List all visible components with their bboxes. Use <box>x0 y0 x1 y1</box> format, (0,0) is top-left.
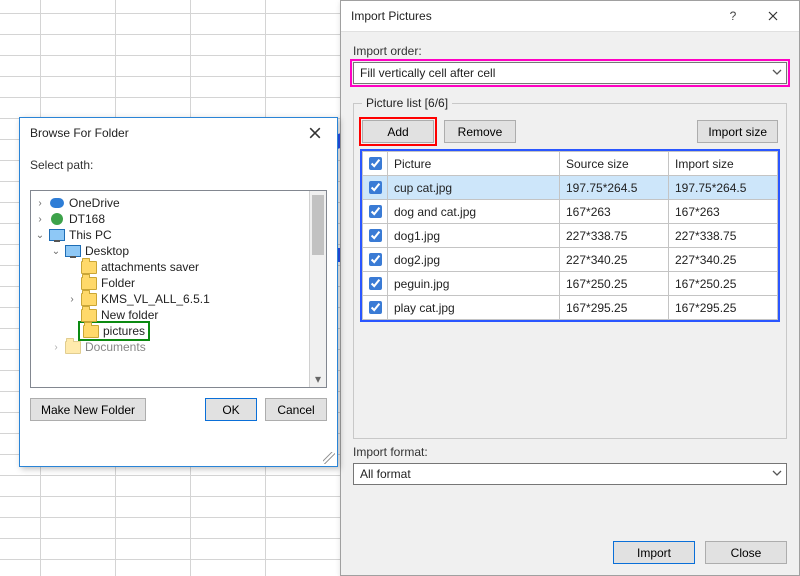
cell-import-size: 197.75*264.5 <box>669 176 778 200</box>
import-pictures-dialog: Import Pictures ? Import order: Fill ver… <box>340 0 800 576</box>
import-format-value: All format <box>360 467 411 481</box>
cell-picture: peguin.jpg <box>388 272 560 296</box>
cancel-button[interactable]: Cancel <box>265 398 327 421</box>
import-order-select[interactable]: Fill vertically cell after cell <box>353 62 787 84</box>
tree-item-kms[interactable]: KMS_VL_ALL_6.5.1 <box>101 292 210 306</box>
resize-grip[interactable] <box>323 452 335 464</box>
picture-table: Picture Source size Import size cup cat.… <box>362 151 778 320</box>
table-row[interactable]: dog2.jpg227*340.25227*340.25 <box>363 248 778 272</box>
tree-item-att[interactable]: attachments saver <box>101 260 199 274</box>
chevron-down-icon <box>772 66 782 80</box>
select-all-checkbox[interactable] <box>369 157 382 170</box>
table-row[interactable]: dog1.jpg227*338.75227*338.75 <box>363 224 778 248</box>
table-row[interactable]: dog and cat.jpg167*263167*263 <box>363 200 778 224</box>
cell-source-size: 167*295.25 <box>560 296 669 320</box>
dialog-title: Browse For Folder <box>30 126 299 140</box>
cell-picture: dog1.jpg <box>388 224 560 248</box>
user-icon <box>51 213 63 225</box>
tree-item-desktop[interactable]: Desktop <box>85 244 129 258</box>
tree-item-user[interactable]: DT168 <box>69 212 105 226</box>
tree-item-documents[interactable]: Documents <box>85 340 146 354</box>
row-checkbox[interactable] <box>369 229 382 242</box>
cell-import-size: 167*250.25 <box>669 272 778 296</box>
cell-source-size: 167*250.25 <box>560 272 669 296</box>
col-picture[interactable]: Picture <box>388 152 560 176</box>
cell-import-size: 227*340.25 <box>669 248 778 272</box>
close-icon[interactable] <box>299 120 331 146</box>
table-row[interactable]: peguin.jpg167*250.25167*250.25 <box>363 272 778 296</box>
select-path-label: Select path: <box>30 158 327 172</box>
import-button[interactable]: Import <box>613 541 695 564</box>
import-format-label: Import format: <box>353 445 787 459</box>
cell-source-size: 227*340.25 <box>560 248 669 272</box>
tree-item-newf[interactable]: New folder <box>101 308 158 322</box>
remove-button[interactable]: Remove <box>444 120 516 143</box>
picture-table-wrap: Picture Source size Import size cup cat.… <box>362 151 778 320</box>
cell-import-size: 167*295.25 <box>669 296 778 320</box>
folder-icon <box>83 325 99 338</box>
tree-item-pictures[interactable]: pictures <box>103 324 145 338</box>
row-checkbox[interactable] <box>369 205 382 218</box>
picture-list-group: Picture list [6/6] Add Remove Import siz… <box>353 96 787 439</box>
picture-list-legend: Picture list [6/6] <box>362 96 452 110</box>
scroll-down-icon[interactable]: ▾ <box>310 371 326 387</box>
help-button[interactable]: ? <box>713 3 753 29</box>
cell-source-size: 197.75*264.5 <box>560 176 669 200</box>
col-source-size[interactable]: Source size <box>560 152 669 176</box>
tree-item-thispc[interactable]: This PC <box>69 228 112 242</box>
scroll-thumb[interactable] <box>312 195 324 255</box>
table-row[interactable]: play cat.jpg167*295.25167*295.25 <box>363 296 778 320</box>
row-checkbox[interactable] <box>369 301 382 314</box>
cell-picture: cup cat.jpg <box>388 176 560 200</box>
cell-picture: dog and cat.jpg <box>388 200 560 224</box>
add-button[interactable]: Add <box>362 120 434 143</box>
import-format-select[interactable]: All format <box>353 463 787 485</box>
cell-import-size: 167*263 <box>669 200 778 224</box>
cloud-icon <box>50 198 64 208</box>
monitor-icon <box>49 229 65 241</box>
row-checkbox[interactable] <box>369 181 382 194</box>
titlebar[interactable]: Import Pictures ? <box>341 1 799 32</box>
folder-icon <box>65 341 81 354</box>
cell-source-size: 167*263 <box>560 200 669 224</box>
ok-button[interactable]: OK <box>205 398 257 421</box>
browse-folder-dialog: Browse For Folder Select path: ›OneDrive… <box>19 117 338 467</box>
close-icon[interactable] <box>753 3 793 29</box>
folder-icon <box>81 293 97 306</box>
row-checkbox[interactable] <box>369 253 382 266</box>
col-import-size[interactable]: Import size <box>669 152 778 176</box>
chevron-down-icon <box>772 467 782 481</box>
titlebar[interactable]: Browse For Folder <box>20 118 337 148</box>
tree-item-folder[interactable]: Folder <box>101 276 135 290</box>
cell-source-size: 227*338.75 <box>560 224 669 248</box>
import-size-button[interactable]: Import size <box>697 120 778 143</box>
tree-item-onedrive[interactable]: OneDrive <box>69 196 120 210</box>
folder-tree[interactable]: ›OneDrive ›DT168 ⌄This PC ⌄Desktop attac… <box>30 190 327 388</box>
row-checkbox[interactable] <box>369 277 382 290</box>
import-order-label: Import order: <box>353 44 787 58</box>
table-row[interactable]: cup cat.jpg197.75*264.5197.75*264.5 <box>363 176 778 200</box>
folder-icon <box>81 277 97 290</box>
folder-icon <box>81 309 97 322</box>
close-button[interactable]: Close <box>705 541 787 564</box>
cell-import-size: 227*338.75 <box>669 224 778 248</box>
desktop-icon <box>65 245 81 257</box>
import-order-value: Fill vertically cell after cell <box>360 66 495 80</box>
scrollbar[interactable]: ▴ ▾ <box>309 191 326 387</box>
cell-picture: dog2.jpg <box>388 248 560 272</box>
dialog-title: Import Pictures <box>351 9 713 23</box>
folder-icon <box>81 261 97 274</box>
cell-picture: play cat.jpg <box>388 296 560 320</box>
make-new-folder-button[interactable]: Make New Folder <box>30 398 146 421</box>
